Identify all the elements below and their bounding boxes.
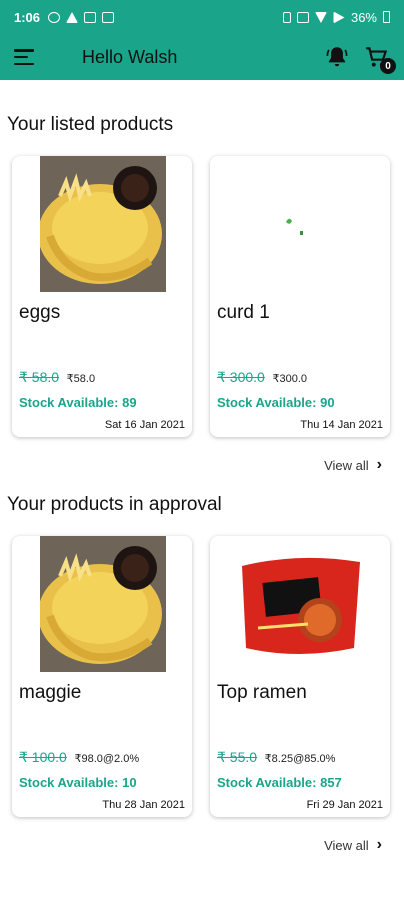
stock-label: Stock Available: (217, 395, 317, 410)
stock-label: Stock Available: (19, 775, 119, 790)
discounted-price: ₹58.0 (66, 373, 96, 385)
listing-date: Fri 29 Jan 2021 (306, 799, 383, 811)
view-all-label: View all (324, 457, 369, 473)
status-bar: 1:06 36% (0, 0, 404, 34)
price-row: ₹ 300.0 ₹300.0 (217, 369, 307, 386)
system-icons: 36% (282, 9, 390, 25)
stock-available: Stock Available: 857 (217, 775, 342, 790)
price-row: ₹ 58.0 ₹58.0 (19, 369, 95, 386)
product-name: eggs (19, 302, 61, 323)
mail-icon (84, 11, 97, 23)
original-price: ₹ 100.0 (19, 749, 67, 765)
product-name: curd 1 (217, 302, 270, 323)
original-price: ₹ 300.0 (217, 369, 265, 385)
alert-icon (66, 11, 79, 23)
product-name: maggie (19, 682, 82, 703)
stock-label: Stock Available: (217, 775, 317, 790)
greeting-title: Hello Walsh (82, 46, 178, 67)
product-card[interactable]: curd 1 ₹ 300.0 ₹300.0 Stock Available: 9… (210, 156, 390, 437)
stock-available: Stock Available: 89 (19, 395, 137, 410)
stock-available: Stock Available: 90 (217, 395, 335, 410)
vibrate-icon (282, 11, 291, 23)
app-notification-icon (48, 11, 61, 23)
stock-value: 10 (122, 775, 137, 790)
discounted-price: ₹8.25@85.0% (264, 753, 336, 765)
listed-products-heading: Your listed products (7, 114, 174, 135)
notification-icons (48, 11, 115, 23)
battery-icon (383, 11, 390, 23)
volte-icon (296, 11, 309, 23)
approval-view-all-link[interactable]: View all › (324, 836, 382, 854)
product-card[interactable]: Top ramen ₹ 55.0 ₹8.25@85.0% Stock Avail… (210, 536, 390, 817)
app-bar: Hello Walsh 0 (0, 34, 404, 80)
notification-bell-icon[interactable] (324, 44, 350, 70)
product-image (40, 156, 166, 292)
product-name: Top ramen (217, 682, 307, 703)
stock-label: Stock Available: (19, 395, 119, 410)
discounted-price: ₹98.0@2.0% (74, 753, 140, 765)
listing-date: Thu 28 Jan 2021 (102, 799, 185, 811)
product-image (238, 536, 364, 672)
original-price: ₹ 58.0 (19, 369, 60, 385)
battery-percent: 36% (350, 9, 377, 25)
menu-icon[interactable] (14, 49, 36, 65)
stock-value: 89 (122, 395, 137, 410)
laptop-icon (102, 11, 115, 23)
discounted-price: ₹300.0 (272, 373, 307, 385)
cart-button[interactable]: 0 (364, 44, 396, 74)
signal-icon (333, 11, 345, 23)
listing-date: Sat 16 Jan 2021 (104, 419, 185, 431)
product-card[interactable]: eggs ₹ 58.0 ₹58.0 Stock Available: 89 Sa… (12, 156, 192, 437)
price-row: ₹ 55.0 ₹8.25@85.0% (217, 749, 335, 766)
chevron-right-icon: › (376, 456, 382, 473)
listing-date: Thu 14 Jan 2021 (300, 419, 383, 431)
stock-value: 90 (320, 395, 335, 410)
product-image (40, 536, 166, 672)
stock-value: 857 (320, 775, 342, 790)
view-all-label: View all (324, 837, 369, 853)
original-price: ₹ 55.0 (217, 749, 258, 765)
chevron-right-icon: › (376, 836, 382, 853)
approval-products-heading: Your products in approval (7, 494, 222, 515)
wifi-icon (314, 11, 327, 23)
stock-available: Stock Available: 10 (19, 775, 137, 790)
price-row: ₹ 100.0 ₹98.0@2.0% (19, 749, 139, 766)
product-image (238, 156, 364, 292)
cart-count-badge: 0 (380, 58, 396, 74)
status-time: 1:06 (14, 9, 41, 25)
product-card[interactable]: maggie ₹ 100.0 ₹98.0@2.0% Stock Availabl… (12, 536, 192, 817)
listed-view-all-link[interactable]: View all › (324, 456, 382, 474)
